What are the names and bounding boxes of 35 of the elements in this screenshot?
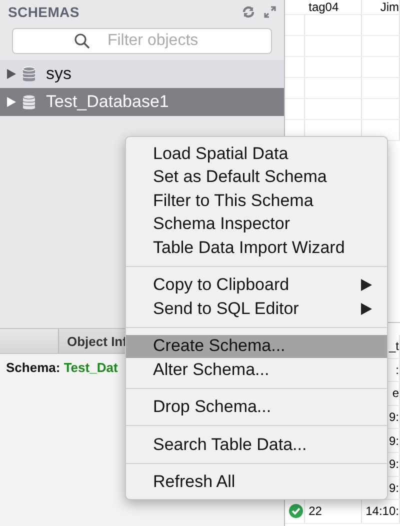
- cell-text: 9:: [388, 457, 399, 472]
- schema-info-text: Schema: Test_Dat: [6, 360, 118, 375]
- filter-field[interactable]: Filter objects: [12, 28, 272, 54]
- cell-text: 22: [308, 504, 322, 518]
- cell-text: 9:: [388, 434, 399, 448]
- disclosure-triangle-icon[interactable]: [7, 97, 16, 107]
- menu-item[interactable]: Table Data Import Wizard: [126, 236, 387, 260]
- cell-text: 9:: [388, 410, 399, 424]
- cell-text: _t: [388, 339, 399, 354]
- menu-item[interactable]: Copy to Clipboard: [126, 274, 387, 297]
- refresh-icon[interactable]: [242, 6, 255, 18]
- menu-item[interactable]: Send to SQL Editor: [126, 297, 387, 320]
- menu-item[interactable]: Alter Schema...: [126, 358, 387, 382]
- menu-item[interactable]: Create Schema...: [126, 334, 387, 358]
- database-icon: [22, 94, 36, 110]
- table-cell: Jim: [362, 0, 400, 14]
- schema-item[interactable]: Test_Database1: [0, 88, 284, 116]
- cell-text: 14:10:: [366, 504, 399, 518]
- expand-icon[interactable]: [264, 6, 276, 18]
- search-icon: [74, 33, 90, 49]
- cell-text: 9:: [388, 480, 399, 495]
- menu-item[interactable]: Drop Schema...: [126, 396, 387, 419]
- cell-text: :: [396, 362, 399, 377]
- panel-title: SCHEMAS: [8, 4, 80, 20]
- table-cell: tag04: [304, 0, 362, 14]
- menu-item[interactable]: Schema Inspector: [126, 212, 387, 236]
- menu-item[interactable]: Load Spatial Data: [126, 142, 387, 166]
- menu-item[interactable]: Refresh All: [126, 470, 387, 494]
- schema-item[interactable]: sys: [0, 60, 284, 88]
- cell-text: e: [392, 386, 399, 400]
- menu-item[interactable]: Filter to This Schema: [126, 189, 387, 212]
- database-icon: [22, 66, 36, 82]
- disclosure-triangle-icon[interactable]: [7, 69, 16, 79]
- menu-item[interactable]: Set as Default Schema: [126, 166, 387, 189]
- menu-item[interactable]: Search Table Data...: [126, 433, 387, 456]
